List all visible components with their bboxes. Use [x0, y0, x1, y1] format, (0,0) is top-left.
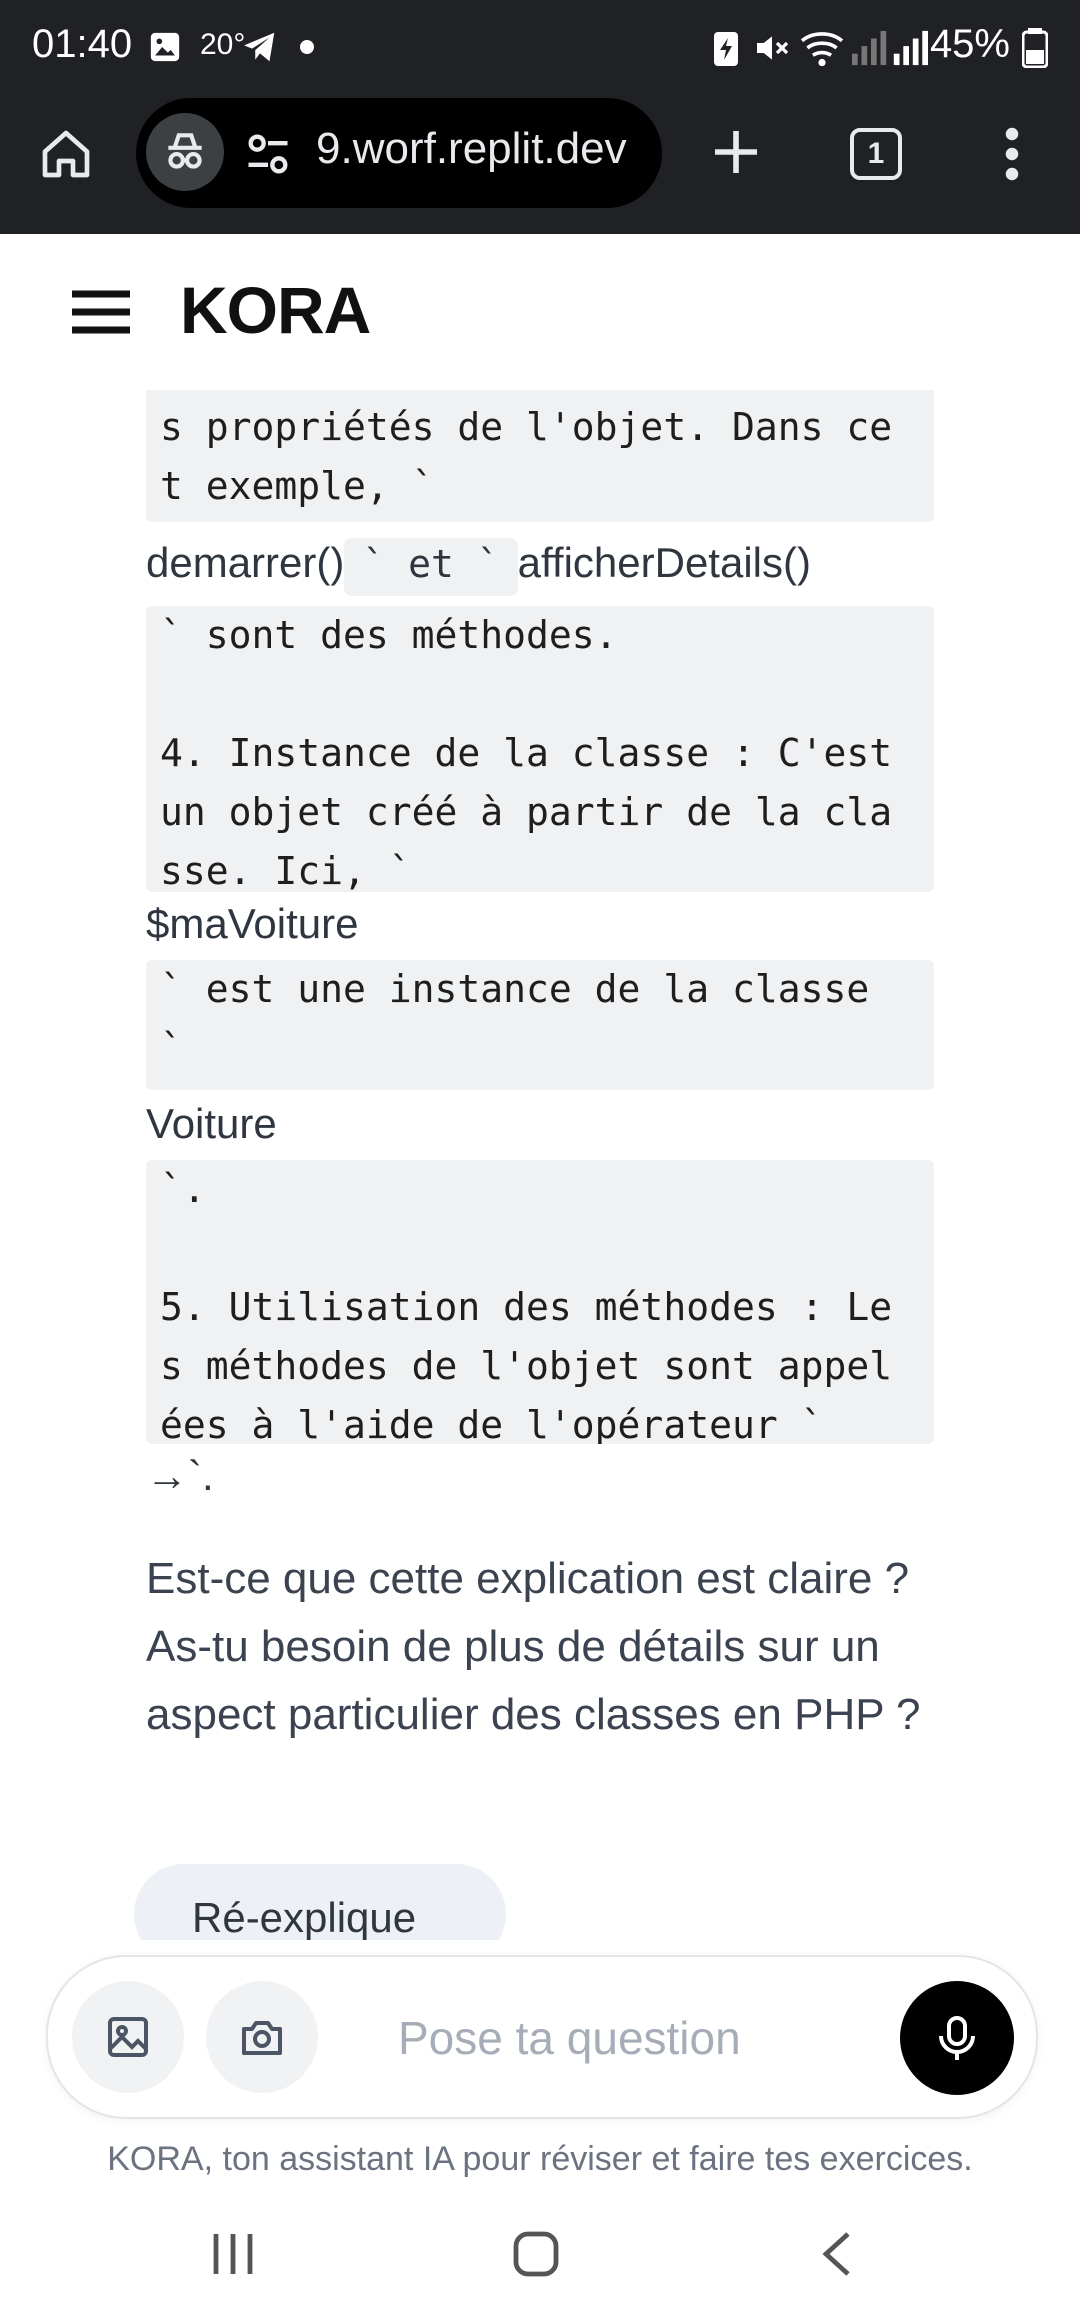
mic-button[interactable] — [900, 1981, 1014, 2095]
re-explain-button[interactable]: Ré-explique — [134, 1864, 506, 1940]
footer-text: KORA, ton assistant IA pour réviser et f… — [107, 2140, 973, 2178]
chat-content: s propriétés de l'objet. Dans ce t exemp… — [0, 390, 1080, 1940]
url-text: 9.worf.replit.dev — [316, 124, 627, 173]
telegram-icon — [244, 32, 275, 62]
gallery-icon — [150, 32, 180, 62]
battery-percent: 45% — [929, 22, 1010, 66]
method-name: demarrer() — [146, 539, 345, 586]
code-text: ` est une instance de la classe ` — [160, 967, 870, 1070]
code-line: demarrer() ` et ` afficherDetails() — [146, 538, 811, 596]
browser-toolbar: 9.worf.replit.dev 1 — [0, 94, 1080, 234]
code-block: ` sont des méthodes. 4. Instance de la c… — [146, 606, 934, 892]
incognito-icon — [168, 133, 202, 169]
camera-icon — [242, 2021, 282, 2055]
mute-icon — [757, 36, 789, 60]
variable-name: $maVoiture — [146, 900, 359, 947]
inline-code: ` et ` — [344, 538, 518, 596]
mic-icon — [939, 2016, 975, 2060]
tab-switcher-icon[interactable]: 1 — [850, 128, 902, 180]
system-nav-bar — [0, 2200, 1080, 2316]
incognito-badge — [146, 113, 224, 191]
back-icon[interactable] — [820, 2230, 854, 2278]
question-input[interactable]: Pose ta question — [398, 2011, 741, 2065]
site-settings-icon[interactable] — [242, 128, 294, 180]
wifi-icon — [800, 32, 844, 67]
re-explain-label: Ré-explique — [192, 1894, 417, 1940]
chat-composer: Pose ta question — [46, 1955, 1038, 2119]
code-text: ` sont des méthodes. 4. Instance de la c… — [160, 613, 893, 892]
class-name: Voiture — [146, 1100, 277, 1147]
home-icon[interactable] — [38, 126, 94, 182]
app-header: KORA — [0, 234, 1080, 390]
status-time: 01:40 — [32, 22, 133, 66]
camera-button[interactable] — [206, 1981, 318, 2093]
new-tab-icon[interactable] — [708, 124, 764, 180]
code-block: `. 5. Utilisation des méthodes : Le s mé… — [146, 1160, 934, 1444]
recents-icon[interactable] — [210, 2230, 256, 2278]
code-text: `. 5. Utilisation des méthodes : Le s mé… — [160, 1167, 893, 1444]
image-icon — [108, 2017, 148, 2057]
signal-icon — [852, 30, 928, 66]
tab-count: 1 — [867, 137, 885, 170]
operator-text: →`. — [146, 1452, 214, 1499]
status-temperature: 20° — [200, 28, 246, 61]
code-block: s propriétés de l'objet. Dans ce t exemp… — [146, 390, 934, 522]
address-bar[interactable]: 9.worf.replit.dev — [136, 98, 662, 208]
status-bar: 01:40 20° 45% — [0, 0, 1080, 94]
method-name: afficherDetails() — [517, 539, 811, 586]
menu-icon[interactable] — [72, 290, 130, 334]
battery-saver-icon — [714, 32, 738, 66]
battery-icon — [1022, 28, 1048, 68]
image-upload-button[interactable] — [72, 1981, 184, 2093]
app-brand: KORA — [180, 273, 371, 347]
dot-icon — [300, 40, 314, 54]
more-vert-icon[interactable] — [996, 124, 1028, 184]
home-nav-icon[interactable] — [512, 2230, 560, 2278]
code-text: s propriétés de l'objet. Dans ce t exemp… — [160, 405, 893, 508]
code-block: ` est une instance de la classe ` — [146, 960, 934, 1090]
assistant-question: Est-ce que cette explication est claire … — [146, 1554, 921, 1739]
